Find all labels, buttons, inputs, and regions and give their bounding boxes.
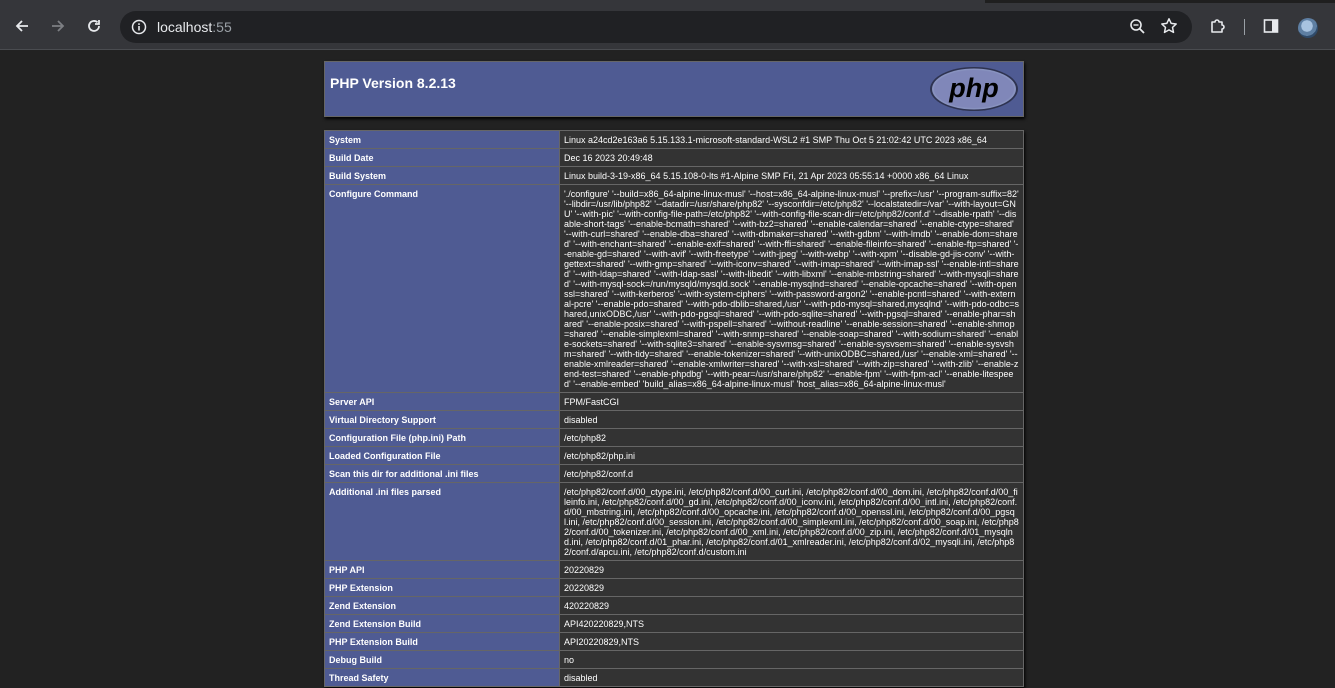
back-button[interactable]: [8, 12, 36, 40]
table-row: Loaded Configuration File/etc/php82/php.…: [324, 446, 1024, 465]
table-row: Additional .ini files parsed/etc/php82/c…: [324, 482, 1024, 561]
row-value: disabled: [559, 410, 1024, 429]
url-host: localhost: [157, 19, 213, 35]
row-key: Build System: [324, 166, 560, 185]
table-row: System Linux a24cd2e163a6 5.15.133.1-micr…: [324, 130, 1024, 149]
site-info-icon[interactable]: [130, 18, 148, 36]
row-value: API20220829,NTS: [559, 632, 1024, 651]
table-row: Zend Extension 420220829: [324, 596, 1024, 615]
row-value: 420220829: [559, 596, 1024, 615]
row-key: Zend Extension: [324, 596, 560, 615]
row-key: PHP Extension Build: [324, 632, 560, 651]
bookmark-star-icon[interactable]: [1160, 17, 1178, 40]
row-key: Additional .ini files parsed: [324, 482, 560, 561]
row-key: Build Date: [324, 148, 560, 167]
table-row: Virtual Directory Support disabled: [324, 410, 1024, 429]
reload-icon: [88, 20, 100, 32]
row-key: PHP Extension: [324, 578, 560, 597]
phpinfo-table: System Linux a24cd2e163a6 5.15.133.1-micr…: [324, 130, 1024, 687]
row-key: Configuration File (php.ini) Path: [324, 428, 560, 447]
side-panel-icon: [1263, 19, 1279, 33]
address-bar[interactable]: localhost:55: [120, 11, 1192, 43]
row-key: Virtual Directory Support: [324, 410, 560, 429]
row-value: API420220829,NTS: [559, 614, 1024, 633]
row-value: no: [559, 650, 1024, 669]
row-key: System: [324, 130, 560, 149]
side-panel-button[interactable]: [1257, 12, 1285, 40]
row-value: Linux build-3-19-x86_64 5.15.108-0-lts #…: [559, 166, 1024, 185]
arrow-right-icon: [52, 20, 65, 32]
forward-button[interactable]: [44, 12, 72, 40]
phpinfo-header: PHP Version 8.2.13 php: [324, 61, 1024, 117]
row-key: PHP API: [324, 560, 560, 579]
table-row: Scan this dir for additional .ini files /…: [324, 464, 1024, 483]
page-viewport: PHP Version 8.2.13 php System Linux a24cd…: [0, 50, 1335, 688]
row-key: Thread Safety: [324, 668, 560, 687]
table-row: Server API FPM/FastCGI: [324, 392, 1024, 411]
row-value: 20220829: [559, 560, 1024, 579]
page-title: PHP Version 8.2.13: [330, 75, 456, 91]
table-row: Debug Build no: [324, 650, 1024, 669]
row-key: Configure Command: [324, 184, 560, 393]
url-text[interactable]: localhost:55: [157, 19, 232, 35]
row-value: FPM/FastCGI: [559, 392, 1024, 411]
zoom-icon[interactable]: [1129, 18, 1146, 40]
table-row: Configure Command './configure' '--build=…: [324, 184, 1024, 393]
php-logo-text: php: [948, 73, 998, 103]
row-value: 20220829: [559, 578, 1024, 597]
table-row: Zend Extension Build API420220829,NTS: [324, 614, 1024, 633]
table-row: PHP Extension 20220829: [324, 578, 1024, 597]
row-key: Loaded Configuration File: [324, 446, 560, 465]
row-value: './configure' '--build=x86_64-alpine-lin…: [559, 184, 1024, 393]
extensions-button[interactable]: [1204, 12, 1232, 40]
profile-avatar[interactable]: [1298, 18, 1318, 38]
row-value: /etc/php82/conf.d/00_ctype.ini, /etc/php…: [559, 482, 1024, 561]
table-row: Build System Linux build-3-19-x86_64 5.15…: [324, 166, 1024, 185]
puzzle-icon: [1211, 19, 1225, 33]
table-row: Configuration File (php.ini) Path/etc/ph…: [324, 428, 1024, 447]
row-key: Zend Extension Build: [324, 614, 560, 633]
row-value: /etc/php82: [559, 428, 1024, 447]
reload-button[interactable]: [80, 12, 108, 40]
table-row: PHP Extension Build API20220829,NTS: [324, 632, 1024, 651]
row-key: Scan this dir for additional .ini files: [324, 464, 560, 483]
row-value: /etc/php82/php.ini: [559, 446, 1024, 465]
row-value: /etc/php82/conf.d: [559, 464, 1024, 483]
row-value: Linux a24cd2e163a6 5.15.133.1-microsoft-…: [559, 130, 1024, 149]
php-logo[interactable]: php: [929, 66, 1019, 112]
phpinfo-container: PHP Version 8.2.13 php System Linux a24cd…: [324, 61, 1024, 687]
table-row: Thread Safety disabled: [324, 668, 1024, 687]
table-row: PHP API 20220829: [324, 560, 1024, 579]
table-row: Build Date Dec 16 2023 20:49:48: [324, 148, 1024, 167]
row-key: Debug Build: [324, 650, 560, 669]
arrow-left-icon: [15, 20, 28, 32]
row-value: disabled: [559, 668, 1024, 687]
toolbar-separator: [1244, 19, 1245, 35]
row-key: Server API: [324, 392, 560, 411]
browser-toolbar: localhost:55: [0, 3, 1335, 50]
url-port: :55: [212, 19, 232, 35]
row-value: Dec 16 2023 20:49:48: [559, 148, 1024, 167]
